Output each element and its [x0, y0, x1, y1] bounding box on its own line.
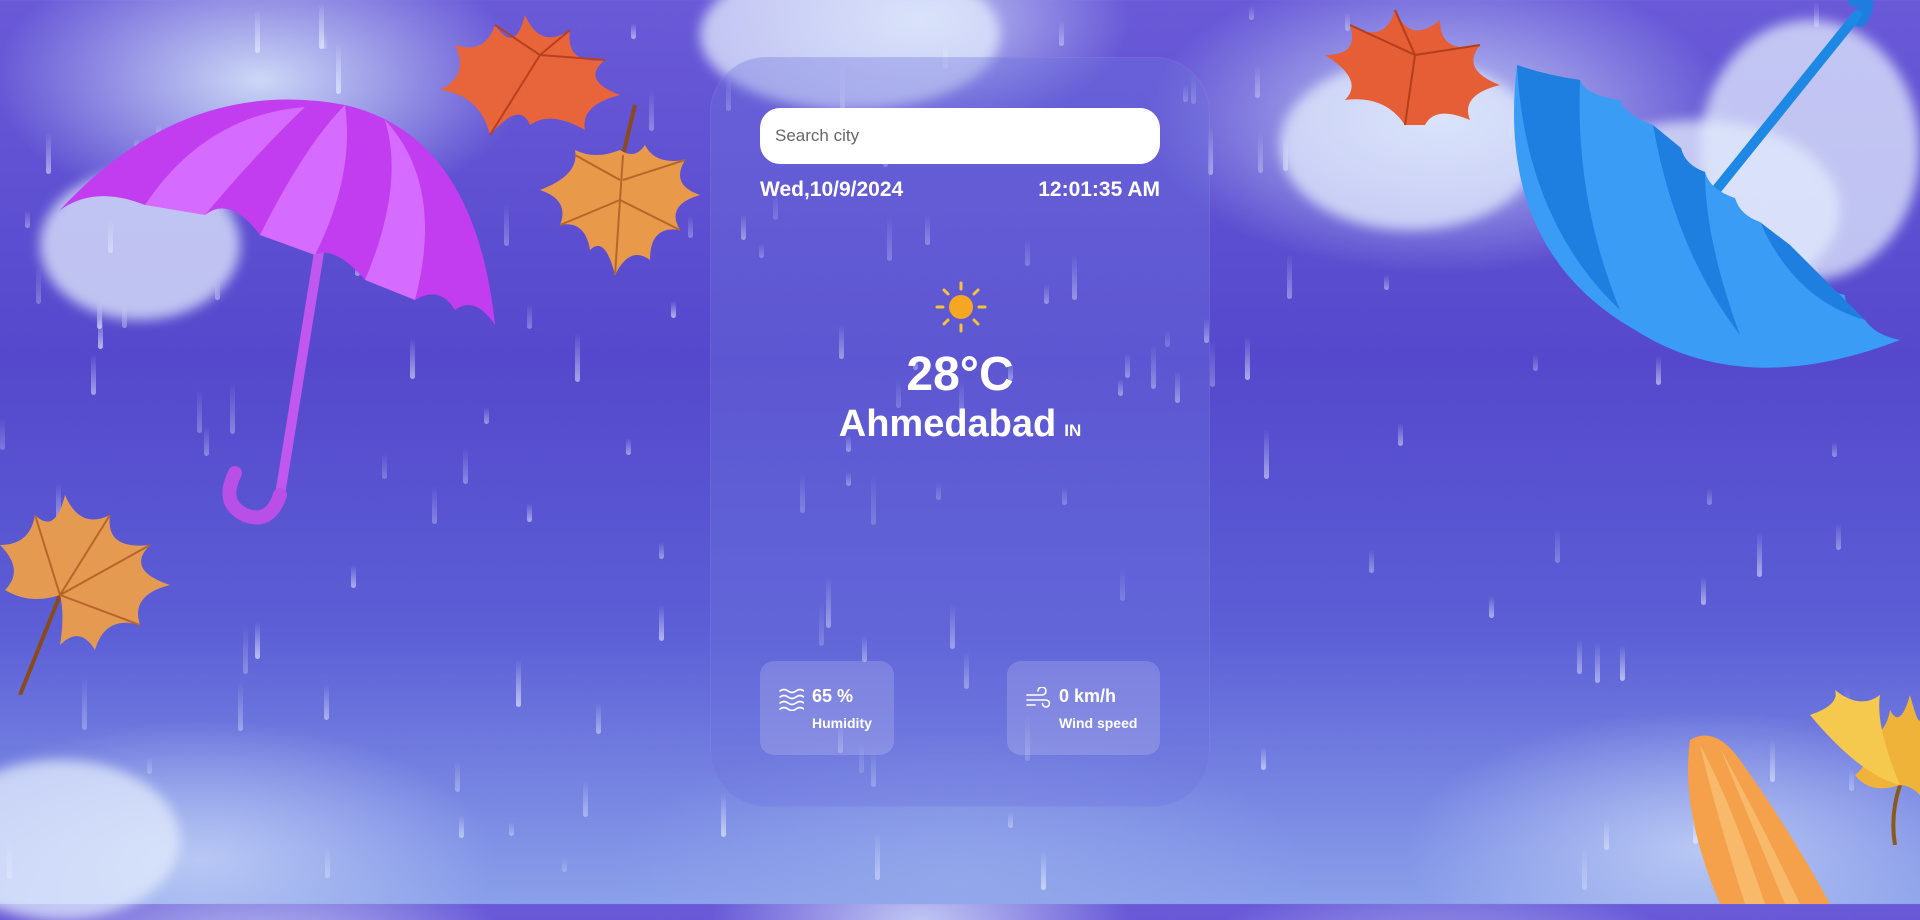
city-label: Ahmedabad	[838, 403, 1057, 445]
rain-drop	[238, 682, 243, 731]
rain-drop	[596, 702, 601, 734]
rain-drop	[1264, 429, 1269, 479]
rain-drop	[1369, 549, 1374, 573]
rain-drop	[626, 438, 631, 455]
rain-drop	[562, 858, 567, 872]
rain-drop	[583, 780, 588, 817]
rain-drop	[1595, 642, 1600, 683]
rain-drop	[1604, 820, 1609, 850]
rain-drop	[1577, 639, 1582, 674]
purple-umbrella-icon	[60, 99, 495, 525]
blue-umbrella-icon	[1514, 0, 1900, 368]
rain-drop	[1041, 851, 1046, 890]
rain-drop	[1707, 488, 1712, 505]
rain-drop	[1249, 6, 1254, 20]
city-name: Ahmedabad IN	[710, 403, 1210, 446]
rain-drop	[1701, 577, 1706, 605]
rain-drop	[1008, 811, 1013, 828]
rain-drop	[455, 760, 460, 792]
humidity-value: 65 %	[812, 686, 854, 706]
rain-drop	[1398, 423, 1403, 446]
rain-drop	[721, 793, 726, 837]
wind-icon	[1026, 687, 1051, 708]
rain-drop	[147, 757, 152, 774]
rain-drop	[875, 831, 880, 880]
humidity-waves-icon	[779, 688, 804, 711]
rain-drop	[1210, 340, 1215, 387]
rain-drop	[1489, 596, 1494, 618]
current-time: 12:01:35 AM	[1038, 178, 1160, 201]
weather-card: Wed,10/9/2024 12:01:35 AM 28°C Ahmedabad…	[710, 57, 1210, 807]
rain-drop	[46, 132, 51, 174]
rain-drop	[36, 266, 41, 304]
rain-drop	[319, 2, 324, 49]
wind-label: Wind speed	[1059, 715, 1138, 731]
temperature: 28°C	[906, 348, 1014, 401]
humidity-card: 65 % Humidity	[760, 661, 894, 755]
rain-drop	[1255, 65, 1260, 98]
rain-drop	[336, 43, 341, 94]
rain-drop	[527, 303, 532, 329]
search-input[interactable]	[760, 108, 1160, 164]
rain-drop	[509, 822, 514, 836]
rain-drop	[1258, 132, 1263, 173]
maple-leaf-icon	[540, 104, 700, 276]
rain-drop	[324, 684, 329, 720]
rain-drop	[575, 332, 580, 382]
rain-drop	[659, 605, 664, 641]
rain-drop	[1832, 442, 1837, 457]
rain-drop	[325, 847, 330, 878]
orange-umbrella-icon	[1688, 735, 1830, 904]
rain-drop	[1555, 528, 1560, 563]
rain-drop	[1059, 20, 1064, 46]
rain-drop	[25, 210, 30, 228]
rain-drop	[516, 659, 521, 707]
sun-icon	[935, 281, 987, 333]
rain-drop	[527, 503, 532, 522]
rain-drop	[351, 565, 356, 588]
rain-drop	[1757, 532, 1762, 577]
maple-leaf-icon	[1325, 9, 1500, 126]
rain-drop	[7, 841, 12, 879]
rain-drop	[1620, 645, 1625, 681]
rain-drop	[1384, 275, 1389, 290]
wind-card: 0 km/h Wind speed	[1007, 661, 1160, 755]
rain-drop	[1261, 747, 1266, 770]
rain-drop	[1582, 846, 1587, 890]
rain-drop	[659, 542, 664, 559]
rain-drop	[1283, 135, 1288, 171]
wind-value: 0 km/h	[1059, 686, 1117, 706]
rain-drop	[243, 626, 248, 674]
rain-drop	[255, 622, 260, 659]
rain-drop	[1836, 523, 1841, 550]
rain-drop	[1287, 254, 1292, 299]
country-code: IN	[1064, 421, 1082, 440]
humidity-label: Humidity	[812, 715, 872, 731]
rain-drop	[255, 10, 260, 53]
rain-drop	[1245, 336, 1250, 380]
background-cloud	[0, 760, 180, 920]
rain-drop	[459, 815, 464, 838]
rain-drop	[0, 418, 5, 450]
maple-leaf-icon	[0, 495, 170, 695]
current-date: Wed,10/9/2024	[760, 178, 904, 201]
